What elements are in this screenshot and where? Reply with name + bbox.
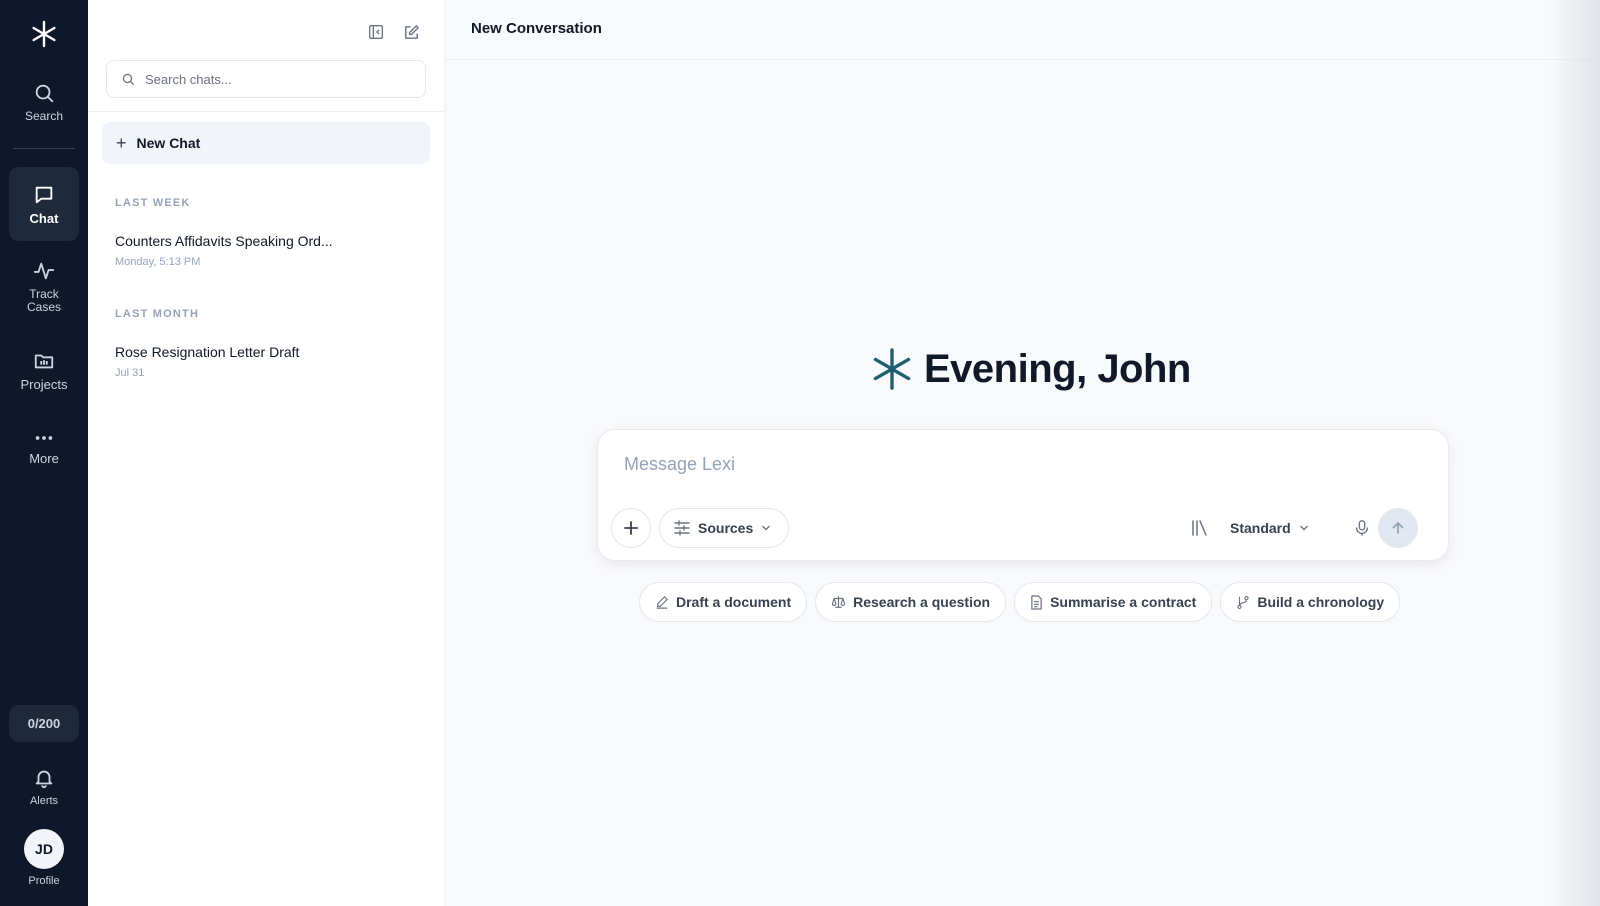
rail-profile[interactable]: JD Profile — [9, 829, 79, 888]
suggestion-chips: Draft a document Research a question Sum… — [639, 582, 1408, 622]
search-chats-input[interactable] — [145, 71, 405, 87]
search-icon — [122, 73, 134, 85]
compose-button[interactable] — [399, 20, 423, 44]
rail-projects-label: Projects — [20, 377, 68, 392]
sidebar-divider — [88, 111, 444, 112]
message-composer: Sources Standard — [597, 429, 1449, 561]
chat-history-item[interactable]: Counters Affidavits Speaking Ord... Mond… — [104, 229, 428, 272]
microphone-icon — [1355, 520, 1369, 536]
main-panel: New Conversation Evening, John Sources S… — [445, 0, 1600, 906]
chevron-down-icon — [762, 525, 770, 531]
app-logo-icon[interactable] — [24, 14, 64, 54]
rail-search-label: Search — [24, 109, 64, 123]
rail-divider — [13, 148, 75, 149]
new-chat-button[interactable]: + New Chat — [102, 122, 430, 164]
suggestion-build-chronology[interactable]: Build a chronology — [1220, 582, 1401, 622]
folder-icon — [34, 354, 54, 369]
chat-timestamp: Jul 31 — [115, 367, 145, 379]
sources-button[interactable]: Sources — [659, 508, 789, 548]
avatar: JD — [24, 829, 64, 869]
right-edge-shadow — [1550, 0, 1600, 906]
suggestion-label: Draft a document — [676, 594, 792, 610]
chat-title: Rose Resignation Letter Draft — [115, 344, 300, 360]
chat-timestamp: Monday, 5:13 PM — [115, 256, 201, 268]
bell-icon — [35, 770, 53, 789]
mode-selector[interactable]: Standard — [1230, 514, 1309, 542]
rail-more-label: More — [29, 451, 59, 466]
chat-history-item[interactable]: Rose Resignation Letter Draft Jul 31 — [104, 340, 428, 383]
chevron-down-icon — [1299, 525, 1308, 531]
attach-button[interactable] — [611, 508, 651, 548]
rail-profile-label: Profile — [28, 875, 60, 887]
message-input[interactable] — [624, 454, 1404, 475]
suggestion-research-question[interactable]: Research a question — [815, 582, 1007, 622]
collapse-panel-icon — [369, 25, 383, 39]
rail-chat-label: Chat — [29, 210, 59, 226]
group-label-last-week: LAST WEEK — [115, 197, 191, 209]
mode-label: Standard — [1230, 520, 1291, 536]
page-title: New Conversation — [471, 20, 602, 37]
app-rail: Search Chat Track Cases Projects More 0/… — [0, 0, 88, 906]
rail-alerts[interactable]: Alerts — [9, 767, 79, 808]
edit-icon — [404, 24, 419, 39]
conversation-header: New Conversation — [445, 0, 1600, 60]
chat-sidebar: + New Chat LAST WEEK Counters Affidavits… — [88, 0, 445, 906]
greeting: Evening, John — [870, 346, 1191, 392]
chat-bubble-icon — [35, 186, 53, 203]
plus-icon — [624, 521, 638, 535]
activity-icon — [33, 262, 55, 280]
new-chat-label: New Chat — [136, 135, 201, 151]
scale-icon — [831, 596, 846, 608]
rail-chat[interactable]: Chat — [9, 167, 79, 241]
voice-input-button[interactable] — [1350, 516, 1374, 540]
collapse-sidebar-button[interactable] — [364, 20, 388, 44]
chat-title: Counters Affidavits Speaking Ord... — [115, 233, 333, 249]
library-button[interactable] — [1188, 516, 1212, 540]
sources-label: Sources — [698, 520, 754, 536]
library-icon — [1192, 520, 1207, 536]
brand-asterisk-icon — [873, 348, 911, 390]
search-chats-field[interactable] — [106, 60, 426, 98]
suggestion-label: Build a chronology — [1257, 594, 1385, 610]
rail-more[interactable]: More — [9, 430, 79, 465]
suggestion-label: Research a question — [853, 594, 991, 610]
rail-track-cases[interactable]: Track Cases — [9, 260, 79, 314]
branch-icon — [1237, 595, 1250, 609]
plus-icon: + — [116, 133, 127, 153]
suggestion-draft-document[interactable]: Draft a document — [639, 582, 808, 622]
search-icon — [35, 84, 54, 103]
group-label-last-month: LAST MONTH — [115, 308, 200, 320]
pencil-icon — [656, 596, 668, 609]
rail-alerts-label: Alerts — [29, 795, 59, 807]
rail-track-label: Track Cases — [26, 287, 61, 314]
send-button[interactable] — [1378, 508, 1418, 548]
usage-counter: 0/200 — [9, 705, 79, 742]
document-icon — [1031, 594, 1042, 610]
rail-projects[interactable]: Projects — [9, 350, 79, 391]
sliders-icon — [674, 520, 690, 536]
rail-search[interactable]: Search — [9, 82, 79, 123]
more-dots-icon — [35, 436, 53, 440]
suggestion-label: Summarise a contract — [1050, 594, 1197, 610]
suggestion-summarise-contract[interactable]: Summarise a contract — [1014, 582, 1213, 622]
greeting-text: Evening, John — [924, 346, 1191, 391]
arrow-up-icon — [1392, 522, 1404, 534]
